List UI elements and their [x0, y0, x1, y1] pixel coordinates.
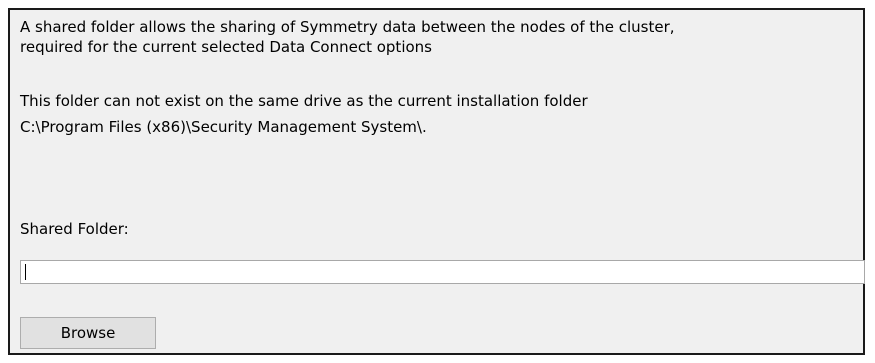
info-text-line-1: A shared folder allows the sharing of Sy…	[20, 18, 675, 36]
install-folder-path: C:\Program Files (x86)\Security Manageme…	[20, 118, 427, 136]
shared-folder-input[interactable]	[20, 260, 865, 284]
text-caret	[25, 264, 26, 280]
info-text-line-2: required for the current selected Data C…	[20, 38, 432, 56]
shared-folder-label: Shared Folder:	[20, 220, 129, 238]
info-text-line-3: This folder can not exist on the same dr…	[20, 92, 588, 110]
browse-button[interactable]: Browse	[20, 317, 156, 349]
shared-folder-panel: A shared folder allows the sharing of Sy…	[8, 8, 865, 355]
